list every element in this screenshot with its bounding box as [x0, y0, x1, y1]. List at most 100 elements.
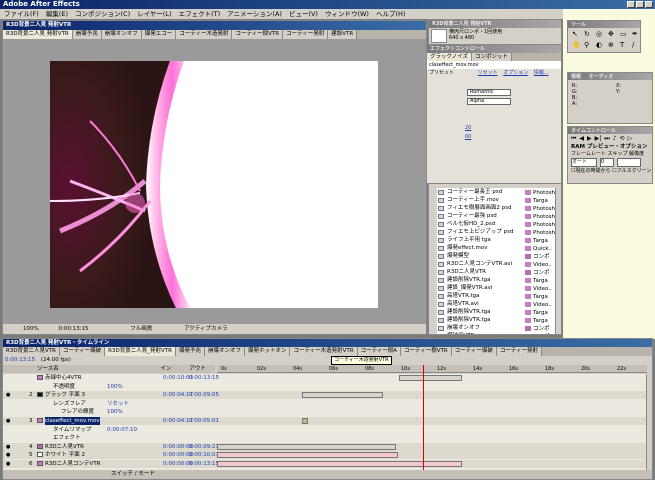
- comp-tab-7[interactable]: 建設VTR: [328, 30, 358, 39]
- layer-row[interactable]: フレアの輝度 100%: [3, 408, 647, 416]
- blend-dropdown[interactable]: Romantic: [467, 89, 511, 96]
- layer-name[interactable]: レンズフレア: [53, 400, 86, 408]
- maximize-button[interactable]: [636, 1, 644, 8]
- layer-row[interactable]: ● 2 グラック 平面 3 0:00:04:17 0:00:09:05: [3, 391, 647, 400]
- layer-duration-bar[interactable]: [217, 452, 398, 459]
- timeline-tab-9[interactable]: コーティー爆破: [451, 347, 497, 356]
- visibility-eye-icon[interactable]: ●: [6, 460, 10, 468]
- label-color-swatch[interactable]: [525, 293, 531, 299]
- layer-label-swatch[interactable]: [37, 461, 43, 466]
- current-time-indicator[interactable]: [423, 365, 424, 470]
- layer-row[interactable]: 赤緑中心4VTR 0:00:10:03 0:00:13:15: [3, 374, 647, 382]
- project-item[interactable]: 爆発effect.mov Quick..: [437, 244, 555, 252]
- label-color-swatch[interactable]: [525, 269, 531, 275]
- label-color-swatch[interactable]: [525, 285, 531, 291]
- project-item[interactable]: 爆破用VTR コンポ: [437, 332, 555, 334]
- mask-tool-icon[interactable]: ▭: [620, 30, 630, 39]
- source-name-header[interactable]: ソース名: [37, 366, 59, 372]
- menu-item-5[interactable]: アニメーション(A): [227, 9, 282, 19]
- project-item[interactable]: 高塔VTR.avi Video..: [437, 300, 555, 308]
- timeline-scrollbar[interactable]: [646, 374, 652, 470]
- timeline-tab-2[interactable]: R3D背景ニ人見_発射VTR: [105, 347, 176, 356]
- project-item[interactable]: 崩壊オンオフ コンポ: [437, 324, 555, 332]
- anchor-tool-icon[interactable]: ⊕: [608, 41, 618, 50]
- layer-row[interactable]: レンズフレア リセット: [3, 400, 647, 408]
- layer-name[interactable]: エフェクト: [53, 434, 81, 442]
- reset-link[interactable]: リセット: [478, 70, 498, 76]
- hand-tool-icon[interactable]: ✋: [572, 41, 582, 50]
- layer-mode-value[interactable]: リセット: [107, 400, 129, 408]
- project-item[interactable]: コーティー最長王 psd Photosh: [437, 188, 555, 196]
- ram-preview-icon[interactable]: ▷: [628, 135, 633, 143]
- label-color-swatch[interactable]: [525, 213, 531, 219]
- label-color-swatch[interactable]: [525, 277, 531, 283]
- label-color-swatch[interactable]: [525, 253, 531, 259]
- project-item[interactable]: ベル七仮HD_2.psd Photosh: [437, 220, 555, 228]
- label-color-swatch[interactable]: [525, 333, 531, 334]
- label-color-swatch[interactable]: [525, 229, 531, 235]
- label-color-swatch[interactable]: [525, 301, 531, 307]
- visibility-eye-icon[interactable]: ●: [6, 391, 10, 399]
- pen-tool-icon[interactable]: ✒: [632, 30, 642, 39]
- comp-tab-5[interactable]: コーティー樹VTR: [232, 30, 284, 39]
- label-color-swatch[interactable]: [525, 317, 531, 323]
- menu-item-6[interactable]: ビュー(V): [289, 9, 318, 19]
- layer-name[interactable]: ホワイト 平面 2: [45, 451, 85, 459]
- pan-tool-icon[interactable]: ✥: [608, 30, 618, 39]
- timeline-tab-0[interactable]: R3D背景ニ人見VTR: [3, 347, 60, 356]
- project-item[interactable]: 建設削除VTR.tga Targa: [437, 316, 555, 324]
- last-frame-icon[interactable]: ⏭: [604, 135, 609, 143]
- menu-item-3[interactable]: レイヤー(L): [137, 9, 172, 19]
- label-color-swatch[interactable]: [525, 325, 531, 331]
- layer-label-swatch[interactable]: [37, 443, 43, 449]
- menu-item-1[interactable]: 編集(E): [46, 9, 68, 19]
- loop-icon[interactable]: ⟲: [620, 135, 625, 143]
- layer-label-swatch[interactable]: [37, 418, 43, 423]
- timeline-tab-8[interactable]: コーティー樹VTR: [401, 347, 452, 356]
- project-item[interactable]: R3Dニ人見コンテVTR.avi Video..: [437, 260, 555, 268]
- time-ruler[interactable]: 0s 02s 04s 06s 08s 10s 12s 14s 16s 18s 20s 22s: [217, 365, 647, 373]
- brush-tool-icon[interactable]: ∕: [632, 41, 642, 50]
- layer-label-swatch[interactable]: [37, 392, 43, 398]
- zoom-tool-icon[interactable]: ⚲: [584, 41, 594, 50]
- channel-dropdown[interactable]: Alpha: [467, 98, 511, 105]
- framerate-select[interactable]: オート: [571, 158, 597, 167]
- layer-duration-bar[interactable]: [301, 418, 308, 424]
- current-time[interactable]: 0:00:13:15: [5, 357, 35, 363]
- timeline-tab-5[interactable]: 爆発ホットオン: [244, 347, 291, 356]
- label-color-swatch[interactable]: [525, 221, 531, 227]
- layer-mode-value[interactable]: 100%: [107, 383, 123, 391]
- tab-effect-2[interactable]: コンポジット: [472, 53, 513, 61]
- project-item[interactable]: コーティー最強 psd Photosh: [437, 212, 555, 220]
- project-item[interactable]: 建設削除VTR.tga Targa: [437, 276, 555, 284]
- label-color-swatch[interactable]: [525, 261, 531, 267]
- layer-duration-bar[interactable]: [301, 392, 383, 399]
- out-header[interactable]: アウト: [189, 366, 206, 372]
- layer-name[interactable]: 不透明度: [53, 383, 75, 391]
- menu-item-7[interactable]: ウィンドウ(W): [325, 9, 369, 19]
- layer-out-point[interactable]: 0:00:13:15: [189, 460, 219, 468]
- zoom-level[interactable]: 100%: [23, 326, 39, 332]
- menu-item-2[interactable]: コンポジション(C): [75, 9, 130, 19]
- comp-tab-4[interactable]: コーティー木造発射: [176, 30, 233, 39]
- project-item[interactable]: コーティー上手.mov Targa: [437, 196, 555, 204]
- project-item[interactable]: フィエモ上ビジアップ psd Photosh: [437, 228, 555, 236]
- view-select[interactable]: アクティブカメラ: [184, 326, 227, 332]
- project-item[interactable]: 建設_爆発VTR.avi Video..: [437, 284, 555, 292]
- layer-name[interactable]: グラック 平面 3: [45, 391, 85, 399]
- layer-mode-value[interactable]: 0:00:07:10: [107, 426, 137, 434]
- play-icon[interactable]: ▶: [587, 135, 592, 143]
- layer-name[interactable]: タイムリマップ: [53, 426, 91, 434]
- label-color-swatch[interactable]: [525, 197, 531, 203]
- tab-effect-1[interactable]: グラックノイズ: [427, 53, 473, 61]
- timeline-tab-4[interactable]: 崩壊オンオフ: [204, 347, 245, 356]
- layer-out-point[interactable]: 0:00:09:05: [189, 391, 219, 399]
- options-link[interactable]: オプション: [503, 70, 528, 76]
- project-item[interactable]: R3Dニ人見VTR コンポ: [437, 268, 555, 276]
- layer-out-point[interactable]: 0:00:10:01: [189, 451, 219, 459]
- layer-row[interactable]: ● 3 claseffect_mov.mov 0:00:04:17 0:00:05:01: [3, 417, 647, 425]
- visibility-eye-icon[interactable]: ●: [6, 417, 10, 425]
- orbit-tool-icon[interactable]: ◐: [596, 41, 606, 50]
- layer-name[interactable]: 赤緑中心4VTR: [45, 374, 81, 382]
- comp-tab-3[interactable]: 爆発エコー: [141, 30, 177, 39]
